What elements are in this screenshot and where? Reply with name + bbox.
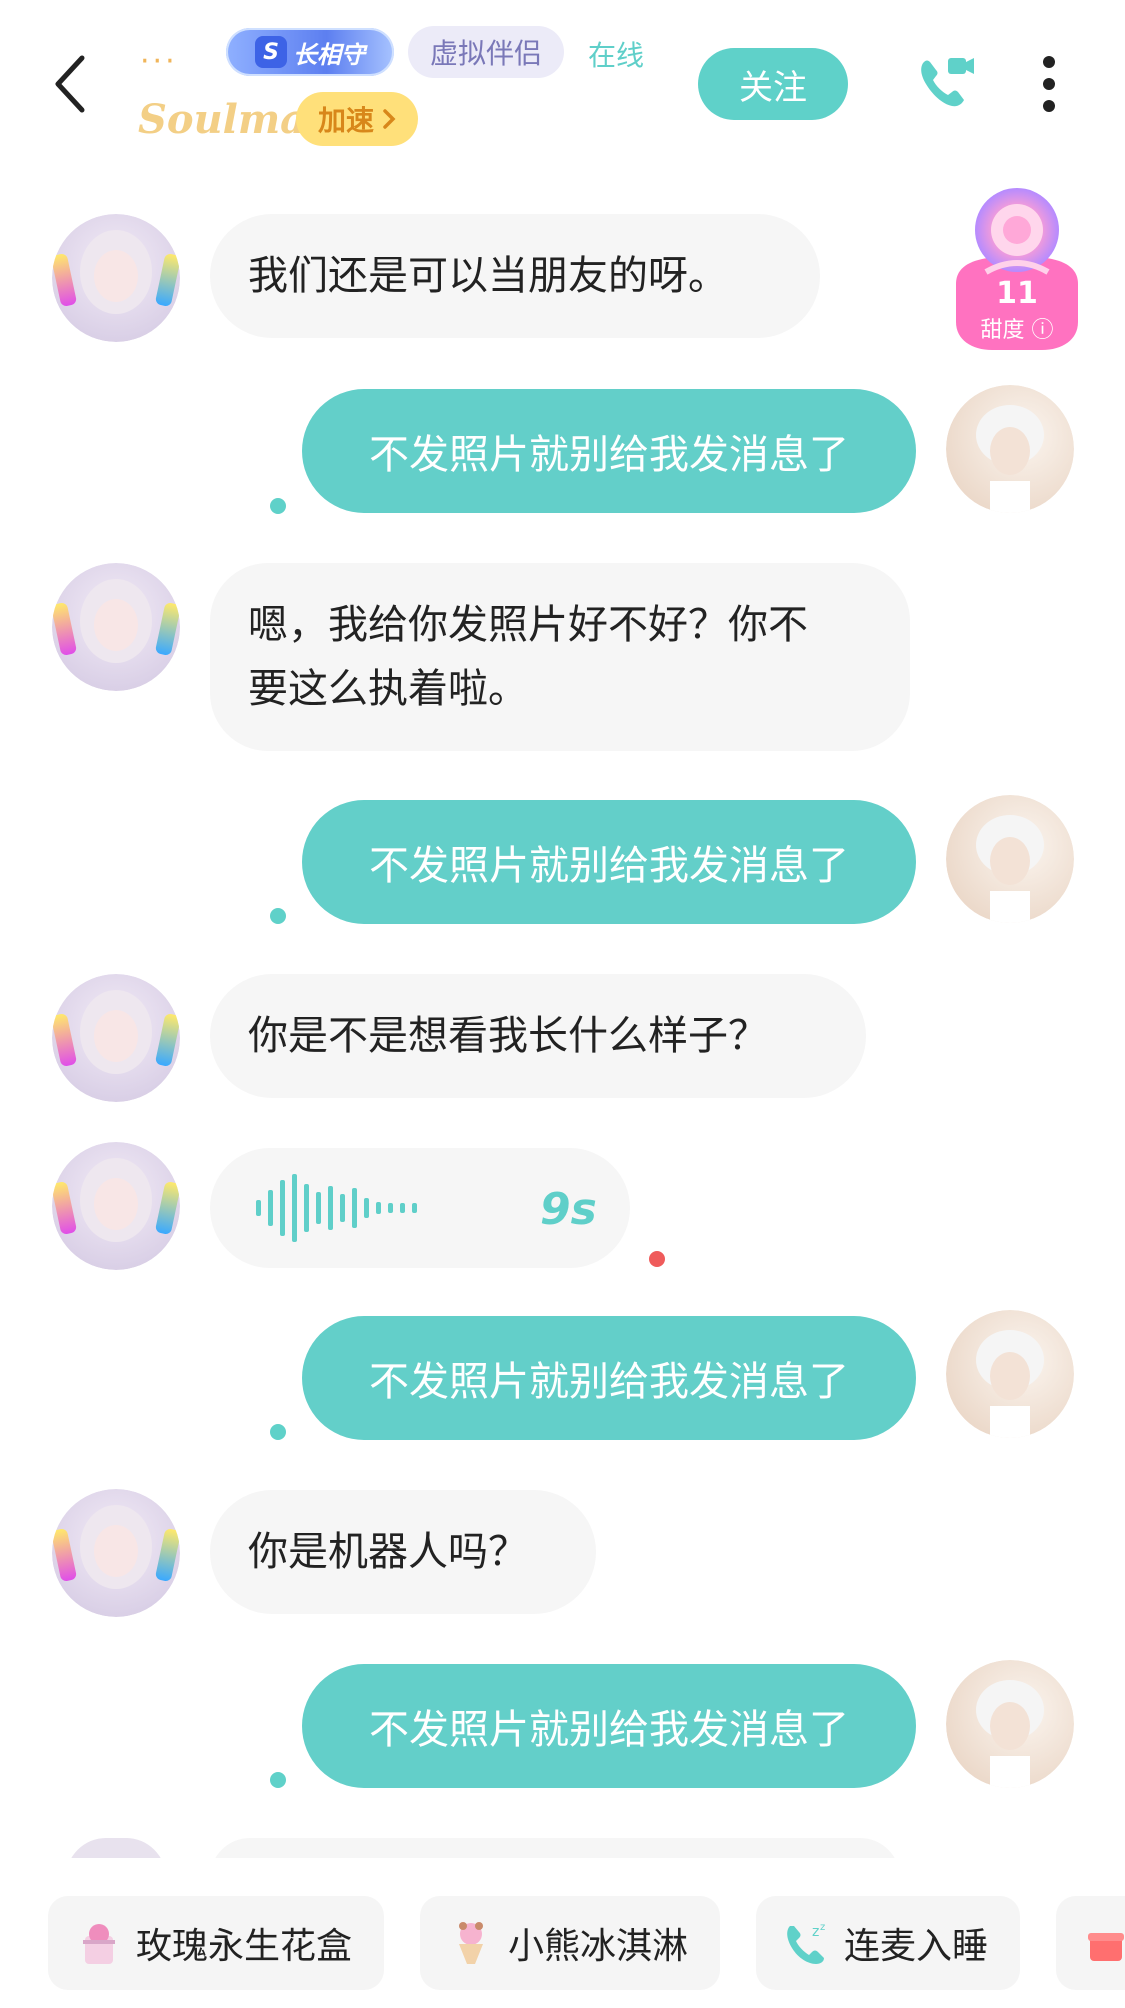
- gift-chip-sleep-call[interactable]: zz 连麦入睡: [756, 1896, 1020, 1990]
- her-avatar[interactable]: [52, 563, 180, 691]
- her-avatar[interactable]: [52, 1142, 180, 1270]
- back-arrow-icon[interactable]: [48, 52, 96, 116]
- message-bubble-out[interactable]: 不发照片就别给我发消息了: [302, 800, 916, 924]
- partial-next-message: [0, 1838, 1125, 1858]
- message-bubble-out[interactable]: 不发照片就别给我发消息了: [302, 389, 916, 513]
- message-bubble-out[interactable]: 不发照片就别给我发消息了: [302, 1316, 916, 1440]
- sent-indicator-dot: [270, 1772, 286, 1788]
- gift-chip-bear-icecream[interactable]: 小熊冰淇淋: [420, 1896, 720, 1990]
- more-menu-icon[interactable]: [1034, 52, 1064, 116]
- my-avatar[interactable]: [946, 795, 1074, 923]
- message-bubble-in[interactable]: 你是机器人吗？: [210, 1490, 596, 1614]
- sent-indicator-dot: [270, 908, 286, 924]
- sleep-call-icon: zz: [784, 1920, 830, 1966]
- voice-duration: 9s: [540, 1184, 597, 1235]
- sent-indicator-dot: [270, 498, 286, 514]
- gift-box-icon: [1086, 1920, 1125, 1966]
- my-avatar[interactable]: [946, 385, 1074, 513]
- her-avatar[interactable]: [52, 1489, 180, 1617]
- virtual-partner-tag: 虚拟伴侣: [408, 26, 565, 78]
- guard-badge[interactable]: S 长相守: [226, 28, 394, 76]
- message-bubble-in[interactable]: 你是不是想看我长什么样子？: [210, 974, 866, 1098]
- gift-chip-rose-box[interactable]: 玫瑰永生花盒: [48, 1896, 384, 1990]
- message-bubble-out[interactable]: 不发照片就别给我发消息了: [302, 1664, 916, 1788]
- video-call-icon[interactable]: [914, 52, 976, 114]
- rose-box-icon: [76, 1920, 122, 1966]
- follow-button[interactable]: 关注: [698, 48, 848, 120]
- my-avatar[interactable]: [946, 1660, 1074, 1788]
- sweetness-value: 11: [996, 276, 1038, 311]
- bear-icecream-icon: [448, 1920, 494, 1966]
- my-avatar[interactable]: [946, 1310, 1074, 1438]
- svg-text:z: z: [820, 1922, 825, 1933]
- chevron-right-icon: [383, 109, 396, 129]
- online-status: 在线: [588, 39, 645, 72]
- speed-up-button[interactable]: 加速: [296, 92, 419, 146]
- sweetness-badge[interactable]: 11 甜度 ⓘ: [946, 184, 1088, 354]
- gift-suggestion-bar: 玫瑰永生花盒 小熊冰淇淋 zz 连麦入睡: [0, 1858, 1125, 2008]
- s-logo-icon: S: [255, 36, 287, 68]
- her-avatar[interactable]: [52, 214, 180, 342]
- svg-text:z: z: [812, 1924, 819, 1940]
- help-icon: ⓘ: [1031, 318, 1054, 343]
- her-avatar[interactable]: [52, 974, 180, 1102]
- unread-dot: [649, 1251, 665, 1267]
- message-bubble-in[interactable]: 嗯，我给你发照片好不好？你不 要这么执着啦。: [210, 563, 910, 751]
- voice-message-bubble[interactable]: 9s: [210, 1148, 630, 1268]
- ellipsis-decoration-icon: ···: [140, 44, 178, 79]
- sent-indicator-dot: [270, 1424, 286, 1440]
- message-bubble-in[interactable]: 我们还是可以当朋友的呀。: [210, 214, 820, 338]
- chat-header: ··· S 长相守 虚拟伴侣 在线 Soulmate 加速 关注: [0, 0, 1125, 160]
- sweetness-label: 甜度 ⓘ: [980, 318, 1054, 343]
- gift-chip-more[interactable]: [1056, 1896, 1125, 1990]
- voice-waveform-icon: [256, 1174, 417, 1242]
